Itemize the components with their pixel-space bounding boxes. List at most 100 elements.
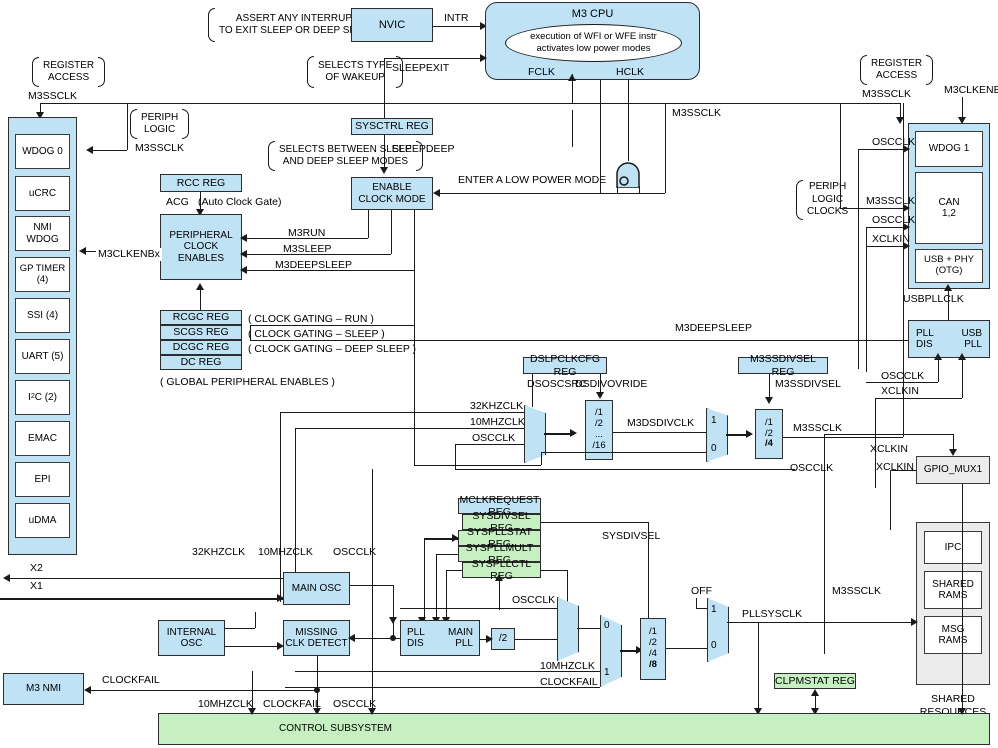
ecm-line1: ENABLE <box>372 182 412 193</box>
wire-m3ssclk-bus-top <box>40 103 900 104</box>
wire-syspllctl-out <box>541 570 567 571</box>
peripheral-epi[interactable]: EPI <box>15 462 70 497</box>
wire-enterlp-v <box>600 80 601 193</box>
wire-syspllctl-in <box>446 570 462 571</box>
sysdiv-4: /8 <box>649 658 657 670</box>
pce-line2: CLOCK <box>183 241 219 253</box>
mcd-l1: MISSING <box>295 626 338 638</box>
arrow-syspllstat-in <box>452 533 459 542</box>
wire-sleepexit-h <box>384 58 485 59</box>
wire-enterlp-nand-in <box>600 193 617 194</box>
divider-m3ss[interactable]: /1 /2 /4 <box>755 409 783 459</box>
label-m3clkenbx-right: M3CLKENBx <box>944 84 998 96</box>
block-nvic[interactable]: NVIC <box>351 8 433 42</box>
label-oscclk-midright: OSCCLK <box>790 462 834 474</box>
peripheral-gp-timer[interactable]: GP TIMER (4) <box>15 257 70 292</box>
mainpll-c: MAIN <box>448 626 473 638</box>
arrow-10mhz-cs <box>248 708 256 715</box>
wire-iosc-32k-v <box>255 612 256 628</box>
wire-x1 <box>0 598 283 600</box>
wire-oscclk-can-v <box>866 227 867 372</box>
arrow-sleepexit <box>480 53 487 62</box>
arrow-x2 <box>3 573 10 582</box>
mux-m3ss-select[interactable] <box>706 408 728 462</box>
divider-sysdiv[interactable]: /1 /2 /4 /8 <box>640 618 666 680</box>
wire-fclk-up <box>572 74 573 104</box>
arrow-clockfail-nmi <box>84 685 91 694</box>
block-control-subsystem[interactable]: CONTROL SUBSYSTEM <box>158 713 990 745</box>
peripheral-can[interactable]: CAN 1,2 <box>915 172 983 244</box>
wire-oscclk-usbpll <box>866 382 938 383</box>
register-rcgc[interactable]: RCGC REG <box>160 310 242 325</box>
msg-rams[interactable]: MSG RAMS <box>924 616 982 654</box>
block-enable-clock-mode[interactable]: ENABLE CLOCK MODE <box>351 177 433 210</box>
divider-by2[interactable]: /2 <box>491 628 515 650</box>
block-main-pll[interactable]: PLL DIS MAIN PLL <box>400 620 480 656</box>
label-xclkin-usbpll: XCLKIN <box>881 385 919 397</box>
wire-div2-mux <box>515 639 557 640</box>
wire-periph-logic-v <box>127 103 128 150</box>
bracket-register-access-right: REGISTER ACCESS <box>860 55 934 85</box>
register-dcgc[interactable]: DCGC REG <box>160 340 242 355</box>
shared-ipc[interactable]: IPC <box>924 531 982 564</box>
wire-oscclk-pllmux <box>400 608 567 609</box>
wire-m3deepsleep-v <box>414 210 415 270</box>
mux-pll-source[interactable] <box>557 597 579 661</box>
block-m3-nmi[interactable]: M3 NMI <box>3 673 84 705</box>
peripheral-i2c[interactable]: I2C (2) <box>15 380 70 415</box>
peripheral-nmi-wdog[interactable]: NMI WDOG <box>15 216 70 251</box>
register-clpmstat[interactable]: CLPMSTAT REG <box>774 673 856 689</box>
peripheral-wdog1[interactable]: WDOG 1 <box>915 131 983 167</box>
wire-regstack-up <box>200 289 201 310</box>
register-scgs[interactable]: SCGS REG <box>160 325 242 340</box>
label-m3ssclk-bottom: M3SSCLK <box>832 585 882 597</box>
wire-oscclk-mux-bus <box>455 469 795 470</box>
block-peripheral-clock-enables[interactable]: PERIPHERAL CLOCK ENABLES <box>160 214 242 280</box>
mux-off-label-0: 0 <box>711 640 717 651</box>
wire-m3deepsleep-to-mux <box>414 465 541 466</box>
mux-sysclk-label-0: 0 <box>604 620 610 631</box>
caption-global-peripheral-enables: ( GLOBAL PERIPHERAL ENABLES ) <box>160 376 335 388</box>
mainpll-a: PLL <box>407 626 425 638</box>
label-oscclk-mux: OSCCLK <box>472 432 516 444</box>
register-dc[interactable]: DC REG <box>160 355 242 370</box>
mux-dsoscsrc[interactable] <box>524 405 546 463</box>
register-sysctrl[interactable]: SYSCTRL REG <box>351 118 433 135</box>
wire-mainosc-out-v <box>393 585 394 638</box>
diagram-canvas: ASSERT ANY INTERRUPT TO EXIT SLEEP OR DE… <box>0 0 998 748</box>
register-dslpclkcfg[interactable]: DSLPCLKCFG REG <box>523 353 607 378</box>
mcd-l2: CLK DETECT <box>285 638 348 649</box>
register-rcc[interactable]: RCC REG <box>160 174 242 192</box>
wire-m3dsdivclk <box>613 432 706 433</box>
wire-syspllmult-v <box>436 554 437 622</box>
block-internal-osc[interactable]: INTERNAL OSC <box>158 620 225 656</box>
mainpll-d: PLL <box>455 638 473 649</box>
wire-m3ssclk-out-v <box>903 103 904 437</box>
peripheral-uart[interactable]: UART (5) <box>15 339 70 374</box>
wire-clockfail-v <box>317 656 318 690</box>
wire-10mhz-mux <box>295 428 524 429</box>
peripheral-ucrc[interactable]: uCRC <box>15 176 70 211</box>
wire-gpio-mux1-h <box>824 434 953 435</box>
block-main-osc[interactable]: MAIN OSC <box>283 572 350 605</box>
peripheral-udma[interactable]: uDMA <box>15 503 70 538</box>
register-m3ssdivsel[interactable]: M3SSDIVSEL REG <box>738 353 828 378</box>
peripheral-usb-phy[interactable]: USB + PHY (OTG) <box>915 249 983 283</box>
peripheral-ssi[interactable]: SSI (4) <box>15 298 70 333</box>
periph-logic-line1: PERIPH <box>141 111 179 123</box>
divider-deepsleep[interactable]: /1 /2 ... /16 <box>585 400 613 460</box>
block-gpio-mux1[interactable]: GPIO_MUX1 <box>916 456 990 484</box>
m3-cpu-note-line2: activates low power modes <box>536 43 651 54</box>
block-missing-clk-detect[interactable]: MISSING CLK DETECT <box>283 620 350 656</box>
wire-m3deepsleep-right-bus <box>250 340 914 341</box>
peripheral-wdog0[interactable]: WDOG 0 <box>15 134 70 169</box>
label-sleepexit: SLEEPEXIT <box>392 62 450 74</box>
wire-xclkin-usbpll-v <box>962 358 963 398</box>
wire-10mhz-sysmux <box>295 671 600 672</box>
shared-rams[interactable]: SHARED RAMS <box>924 571 982 609</box>
arrow-m3run <box>240 233 247 242</box>
label-clockfail-cs: CLOCKFAIL <box>263 698 321 710</box>
wire-sleepexit-v <box>384 58 385 124</box>
peripheral-emac[interactable]: EMAC <box>15 421 70 456</box>
block-usb-pll[interactable]: PLL DIS USB PLL <box>908 320 990 358</box>
